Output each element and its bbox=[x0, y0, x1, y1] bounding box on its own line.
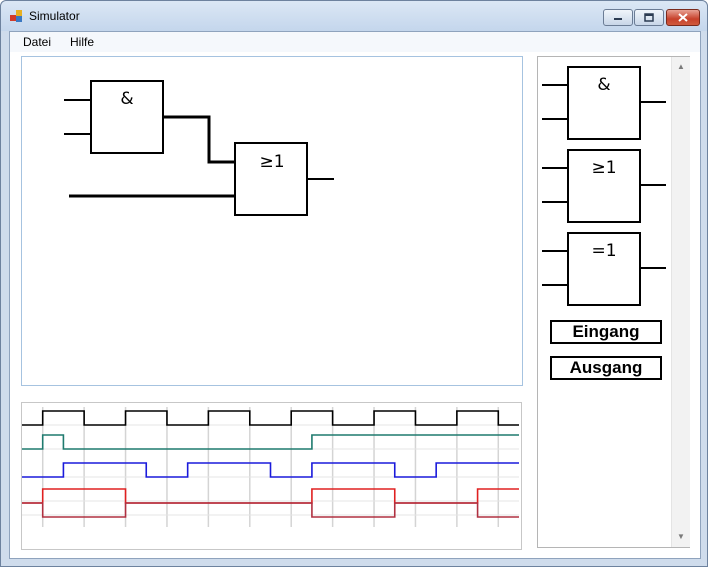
menu-datei[interactable]: Datei bbox=[23, 35, 51, 49]
toolbox-scrollbar[interactable]: ▲ ▼ bbox=[671, 57, 690, 547]
gate-toolbox: & ≥1 =1 Eingang Ausgang ▲ ▼ bbox=[537, 56, 690, 548]
signal-trace-2 bbox=[22, 434, 519, 450]
canvas-or-gate[interactable]: ≥1 bbox=[234, 142, 334, 216]
toolbox-xor-gate[interactable]: =1 bbox=[542, 232, 666, 306]
circuit-diagram: & ≥1 bbox=[64, 80, 334, 216]
maximize-button[interactable] bbox=[634, 9, 664, 26]
title-bar[interactable]: Simulator bbox=[1, 1, 707, 31]
toolbox-or-gate[interactable]: ≥1 bbox=[542, 149, 666, 223]
canvas-and-gate[interactable]: & bbox=[64, 80, 164, 154]
maximize-icon bbox=[644, 13, 654, 22]
timing-diagram-panel bbox=[21, 402, 522, 550]
circuit-canvas[interactable]: & ≥1 bbox=[21, 56, 523, 386]
toolbox-and-gate[interactable]: & bbox=[542, 66, 666, 140]
client-area: Datei Hilfe & ≥1 & ≥1 =1 Eingang Ausgang… bbox=[9, 31, 701, 559]
canvas-wire-and-to-or[interactable] bbox=[163, 115, 235, 164]
output-button[interactable]: Ausgang bbox=[550, 356, 662, 380]
toolbox-and-symbol: & bbox=[597, 75, 610, 95]
toolbox-gates: & ≥1 =1 bbox=[542, 66, 666, 306]
application-window: Simulator Datei Hilfe & ≥1 & ≥1 =1 Einga… bbox=[0, 0, 708, 567]
canvas-and-gate-symbol: & bbox=[120, 89, 133, 109]
scroll-down-icon[interactable]: ▼ bbox=[672, 529, 690, 545]
input-button[interactable]: Eingang bbox=[550, 320, 662, 344]
canvas-or-gate-symbol: ≥1 bbox=[259, 152, 284, 172]
menu-hilfe[interactable]: Hilfe bbox=[70, 35, 94, 49]
timing-diagram bbox=[22, 407, 519, 527]
signal-trace-3 bbox=[22, 462, 519, 478]
window-title: Simulator bbox=[29, 9, 80, 23]
close-button[interactable] bbox=[666, 9, 700, 26]
minimize-button[interactable] bbox=[603, 9, 633, 26]
scroll-up-icon[interactable]: ▲ bbox=[672, 59, 690, 75]
toolbox-xor-symbol: =1 bbox=[591, 241, 616, 261]
minimize-icon bbox=[614, 17, 622, 20]
signal-trace-1 bbox=[22, 410, 519, 426]
app-icon bbox=[10, 10, 22, 22]
menu-bar: Datei Hilfe bbox=[10, 32, 700, 52]
toolbox-or-symbol: ≥1 bbox=[591, 158, 616, 178]
close-icon bbox=[678, 13, 688, 22]
